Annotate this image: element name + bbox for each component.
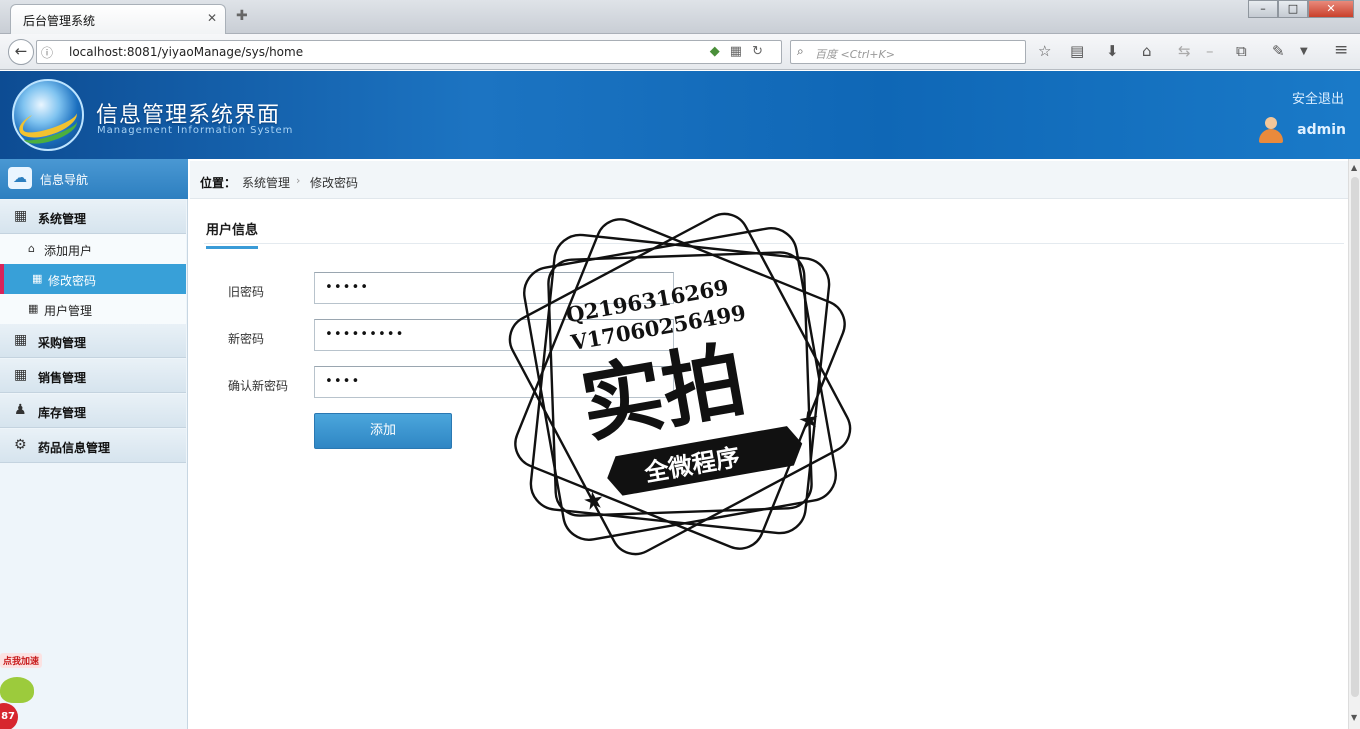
url-action-icons[interactable]: ◆▦↻ — [710, 44, 773, 59]
menu-group-label: 系统管理 — [38, 212, 87, 226]
minus-icon[interactable]: – — [1206, 42, 1214, 60]
download-icon[interactable]: ⬇ — [1106, 42, 1119, 60]
breadcrumb-separator: › — [296, 174, 301, 187]
frog-mascot-icon[interactable] — [0, 677, 34, 703]
tools-icon[interactable]: ✎ — [1272, 42, 1285, 60]
tab-title: 后台管理系统 — [23, 14, 96, 28]
cloud-icon: ☁ — [8, 167, 32, 189]
users-icon: ♟ — [14, 402, 27, 418]
scroll-thumb[interactable] — [1351, 177, 1359, 697]
grid-icon: ▦ — [32, 272, 43, 285]
sidebar-item-change-password[interactable]: ▦ 修改密码 — [0, 264, 186, 294]
menu-group-inventory[interactable]: ♟ 库存管理 — [0, 394, 186, 428]
window-close-icon[interactable]: ✕ — [1308, 0, 1354, 18]
app-subtitle: Management Information System — [97, 125, 294, 136]
tab-user-info[interactable]: 用户信息 — [206, 219, 259, 249]
reading-list-icon[interactable]: ▤ — [1070, 42, 1084, 60]
grid-icon: ▦ — [28, 302, 39, 315]
speed-badge[interactable]: 87 — [0, 703, 18, 729]
new-tab-icon[interactable]: ✚ — [236, 8, 248, 24]
url-text[interactable]: localhost:8081/yiyaoManage/sys/home — [69, 45, 303, 59]
menu-group-label: 库存管理 — [38, 406, 87, 420]
home-small-icon: ⌂ — [28, 242, 35, 255]
watermark-stamp: Q2196316269 V17060256499 实拍 全微程序 ★ ★ — [508, 212, 852, 556]
menu-group-sales[interactable]: ▦ 销售管理 — [0, 359, 186, 393]
maximize-icon[interactable]: □ — [1278, 0, 1308, 18]
sidebar: ☁ 信息导航 ▦ 系统管理 ⌂ 添加用户 ▦ 修改密码 ▦ 用户管理 ▦ 采购管… — [0, 159, 188, 729]
scroll-down-icon[interactable]: ▼ — [1351, 713, 1357, 722]
watermark-main: 实拍 — [574, 333, 752, 455]
search-placeholder[interactable]: 百度 <Ctrl+K> — [815, 46, 895, 62]
sidebar-header-label: 信息导航 — [40, 173, 89, 187]
shield-icon[interactable]: ◆ — [710, 44, 730, 59]
old-password-label: 旧密码 — [228, 285, 265, 299]
logout-link[interactable]: 安全退出 — [1292, 88, 1344, 107]
search-bar[interactable]: ⌕ 百度 <Ctrl+K> — [790, 40, 1026, 64]
sidebar-item-label: 添加用户 — [44, 244, 93, 258]
sidebar-item-user-manage[interactable]: ▦ 用户管理 — [0, 294, 186, 324]
home-icon[interactable]: ⌂ — [1142, 42, 1152, 60]
calendar-icon: ▦ — [14, 208, 28, 224]
search-icon: ⌕ — [797, 44, 804, 58]
sidebar-header: ☁ 信息导航 — [0, 159, 188, 199]
breadcrumb-label: 位置： — [200, 176, 237, 190]
user-avatar-icon — [1256, 115, 1286, 145]
calendar-icon: ▦ — [14, 332, 28, 348]
browser-tab-bar: 后台管理系统 ✕ ✚ – □ ✕ — [0, 0, 1360, 34]
tab-close-icon[interactable]: ✕ — [207, 11, 217, 25]
menu-group-purchase[interactable]: ▦ 采购管理 — [0, 324, 186, 358]
breadcrumb-item-password[interactable]: 修改密码 — [310, 174, 358, 191]
qr-icon[interactable]: ▦ — [730, 44, 752, 59]
window-controls: – □ ✕ — [1248, 0, 1354, 18]
menu-group-label: 药品信息管理 — [38, 441, 111, 455]
site-info-icon[interactable]: ⓘ — [41, 44, 53, 61]
star-icon: ★ — [796, 404, 822, 435]
reload-icon[interactable]: ↻ — [752, 44, 773, 59]
gears-icon: ⚙ — [14, 437, 27, 453]
speedup-tag[interactable]: 点我加速 — [0, 653, 43, 668]
menu-group-label: 销售管理 — [38, 371, 87, 385]
browser-tab[interactable]: 后台管理系统 ✕ — [10, 4, 226, 34]
dropdown-icon[interactable]: ▼ — [1300, 46, 1308, 57]
calendar-icon: ▦ — [14, 367, 28, 383]
menu-group-label: 采购管理 — [38, 336, 87, 350]
sidebar-item-label: 用户管理 — [44, 304, 93, 318]
breadcrumb-item-system[interactable]: 系统管理 — [242, 174, 290, 191]
sync-icon[interactable]: ⇆ — [1178, 42, 1191, 60]
star-icon: ★ — [581, 485, 607, 516]
scroll-up-icon[interactable]: ▲ — [1351, 163, 1357, 172]
menu-icon[interactable]: ≡ — [1334, 40, 1348, 60]
sidebar-item-label: 修改密码 — [48, 274, 97, 288]
speedup-widget[interactable]: 点我加速 87 — [0, 651, 44, 729]
menu-group-drug-info[interactable]: ⚙ 药品信息管理 — [0, 429, 186, 463]
new-password-label: 新密码 — [228, 332, 265, 346]
breadcrumb: 位置： 系统管理 › 修改密码 — [190, 161, 1348, 199]
page-scrollbar[interactable]: ▲ ▼ — [1348, 159, 1360, 729]
browser-nav-bar: ← ⓘ localhost:8081/yiyaoManage/sys/home … — [0, 34, 1360, 70]
menu-group-system[interactable]: ▦ 系统管理 — [0, 200, 186, 234]
app-header: 信息管理系统界面 Management Information System 安… — [0, 71, 1360, 159]
screenshot-icon[interactable]: ⧉ — [1236, 42, 1247, 60]
back-arrow-icon[interactable]: ← — [8, 39, 34, 65]
sidebar-item-add-user[interactable]: ⌂ 添加用户 — [0, 234, 186, 264]
minimize-icon[interactable]: – — [1248, 0, 1278, 18]
url-bar[interactable]: ⓘ localhost:8081/yiyaoManage/sys/home ◆▦… — [36, 40, 782, 64]
bookmark-star-icon[interactable]: ☆ — [1038, 42, 1051, 60]
confirm-password-label: 确认新密码 — [228, 379, 289, 393]
username: admin — [1297, 122, 1346, 138]
submit-button[interactable]: 添加 — [314, 413, 452, 449]
